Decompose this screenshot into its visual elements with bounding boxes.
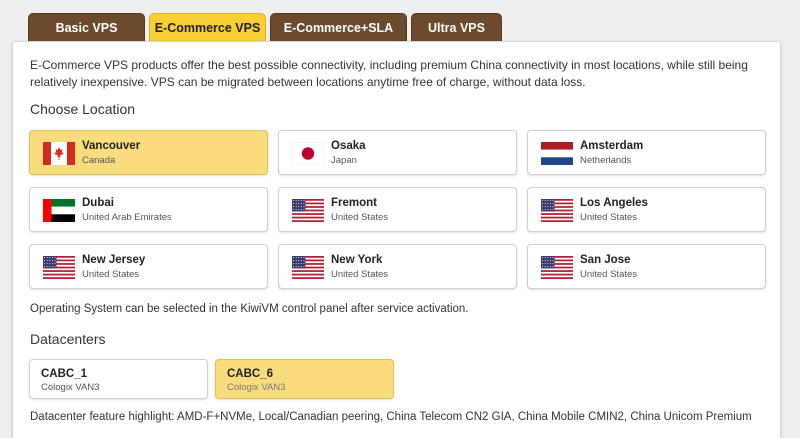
location-country: United States bbox=[580, 212, 638, 223]
location-card-new-york[interactable]: New York United States bbox=[278, 244, 517, 289]
datacenter-card-cabc-6[interactable]: CABC_6 Cologix VAN3 bbox=[215, 359, 394, 399]
location-country: United States bbox=[331, 212, 389, 223]
usa-flag-icon bbox=[43, 256, 75, 279]
location-name: Los Angeles bbox=[580, 197, 648, 209]
location-name: Osaka bbox=[331, 140, 366, 152]
location-name: San Jose bbox=[580, 254, 631, 266]
datacenters-heading: Datacenters bbox=[30, 331, 106, 347]
location-card-new-jersey[interactable]: New Jersey United States bbox=[29, 244, 268, 289]
product-panel: E-Commerce VPS products offer the best p… bbox=[12, 41, 781, 438]
usa-flag-icon bbox=[541, 199, 573, 222]
location-name: New Jersey bbox=[82, 254, 146, 266]
datacenter-provider: Cologix VAN3 bbox=[41, 382, 100, 393]
datacenter-provider: Cologix VAN3 bbox=[227, 382, 286, 393]
location-country: Netherlands bbox=[580, 155, 632, 166]
location-name: Dubai bbox=[82, 197, 114, 209]
tab-ecommerce-sla[interactable]: E-Commerce+SLA bbox=[270, 13, 407, 41]
location-card-osaka[interactable]: Osaka Japan bbox=[278, 130, 517, 175]
canada-flag-icon bbox=[43, 142, 75, 165]
usa-flag-icon bbox=[292, 199, 324, 222]
location-card-fremont[interactable]: Fremont United States bbox=[278, 187, 517, 232]
usa-flag-icon bbox=[292, 256, 324, 279]
usa-flag-icon bbox=[541, 256, 573, 279]
location-country: Japan bbox=[331, 155, 357, 166]
location-name: Amsterdam bbox=[580, 140, 644, 152]
choose-location-heading: Choose Location bbox=[30, 101, 136, 117]
tab-ultra-vps[interactable]: Ultra VPS bbox=[411, 13, 502, 41]
location-card-dubai[interactable]: Dubai United Arab Emirates bbox=[29, 187, 268, 232]
location-country: United Arab Emirates bbox=[82, 212, 172, 223]
uae-flag-icon bbox=[43, 199, 75, 222]
datacenter-name: CABC_1 bbox=[41, 368, 88, 380]
datacenter-name: CABC_6 bbox=[227, 368, 274, 380]
location-country: United States bbox=[580, 269, 638, 280]
location-country: United States bbox=[331, 269, 389, 280]
location-name: Fremont bbox=[331, 197, 377, 209]
datacenter-card-cabc-1[interactable]: CABC_1 Cologix VAN3 bbox=[29, 359, 208, 399]
location-card-amsterdam[interactable]: Amsterdam Netherlands bbox=[527, 130, 766, 175]
os-note: Operating System can be selected in the … bbox=[30, 303, 469, 315]
location-name: New York bbox=[331, 254, 383, 266]
netherlands-flag-icon bbox=[541, 142, 573, 165]
location-country: Canada bbox=[82, 155, 116, 166]
location-name: Vancouver bbox=[82, 140, 141, 152]
datacenter-feature-highlight: Datacenter feature highlight: AMD-F+NVMe… bbox=[30, 411, 752, 423]
location-card-san-jose[interactable]: San Jose United States bbox=[527, 244, 766, 289]
location-country: United States bbox=[82, 269, 140, 280]
product-description: E-Commerce VPS products offer the best p… bbox=[30, 58, 748, 89]
japan-flag-icon bbox=[292, 142, 324, 165]
tab-basic-vps[interactable]: Basic VPS bbox=[28, 13, 145, 41]
location-card-vancouver[interactable]: Vancouver Canada bbox=[29, 130, 268, 175]
tab-ecommerce-vps[interactable]: E-Commerce VPS bbox=[149, 13, 266, 42]
location-card-los-angeles[interactable]: Los Angeles United States bbox=[527, 187, 766, 232]
